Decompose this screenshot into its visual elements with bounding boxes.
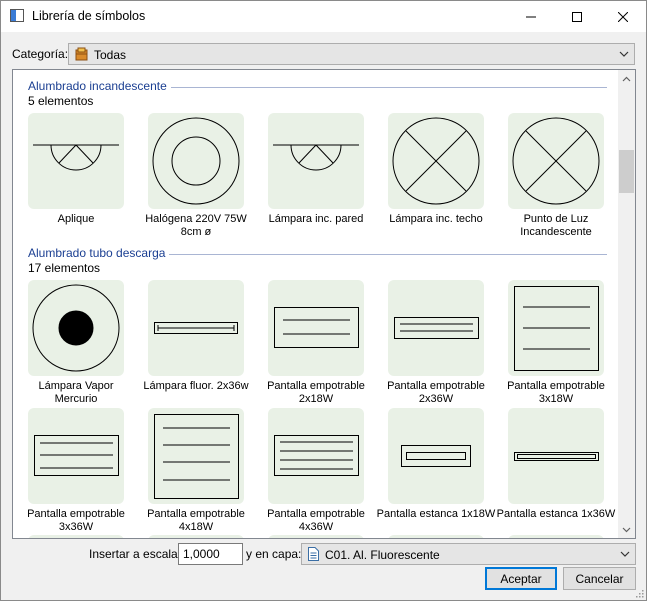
scale-input[interactable] xyxy=(178,543,243,565)
symbol-library-window: Librería de símbolos Categoría: Todas Al… xyxy=(0,0,647,601)
symbol-tile[interactable] xyxy=(148,408,244,504)
symbol-tile[interactable] xyxy=(148,280,244,376)
folder-box-icon xyxy=(75,47,88,61)
symbol-label[interactable]: Lámpara inc. techo xyxy=(376,213,496,226)
symbol-tile[interactable] xyxy=(508,408,604,504)
symbol-tile[interactable] xyxy=(268,113,364,209)
estanca-1x18-symbol-icon xyxy=(401,445,471,467)
category-dropdown[interactable]: Todas xyxy=(68,43,635,65)
category-selected-value: Todas xyxy=(94,48,127,62)
pantalla-2x36-symbol-icon xyxy=(394,317,479,339)
symbol-label[interactable]: Pantalla estanca 1x36W xyxy=(496,508,616,521)
symbol-tile[interactable] xyxy=(268,408,364,504)
symbol-label[interactable]: Pantalla estanca 1x18W xyxy=(376,508,496,521)
symbol-tile[interactable] xyxy=(28,535,124,538)
symbol-tile[interactable] xyxy=(268,535,364,538)
scroll-thumb[interactable] xyxy=(619,150,634,193)
chevron-up-icon xyxy=(622,76,631,81)
pantalla-4x18-symbol-icon xyxy=(154,414,239,499)
maximize-icon xyxy=(572,11,582,22)
minimize-icon xyxy=(526,16,536,17)
section-header: Alumbrado tubo descarga xyxy=(28,246,166,260)
close-icon xyxy=(618,11,628,22)
document-icon xyxy=(308,547,319,561)
symbol-label[interactable]: Punto de Luz Incandescente xyxy=(496,213,616,239)
pantalla-3x18-symbol-icon xyxy=(514,286,599,371)
symbol-tile[interactable] xyxy=(148,113,244,209)
cancel-button[interactable]: Cancelar xyxy=(563,567,636,590)
symbol-tile[interactable] xyxy=(28,280,124,376)
symbol-tile[interactable] xyxy=(508,280,604,376)
aplique-symbol-icon xyxy=(273,144,359,171)
pantalla-3x36-symbol-icon xyxy=(34,435,119,476)
fluor-tube-symbol-icon xyxy=(154,322,238,334)
symbol-tile[interactable] xyxy=(508,535,604,538)
category-label: Categoría: xyxy=(12,47,69,61)
chevron-down-icon xyxy=(619,51,629,57)
symbol-grid: Alumbrado incandescente 5 elementos Apliqu… xyxy=(13,70,618,538)
symbol-label[interactable]: Pantalla empotrable 2x36W xyxy=(376,380,496,406)
symbol-label[interactable]: Lámpara Vapor Mercurio xyxy=(16,380,136,406)
vertical-scrollbar[interactable] xyxy=(618,70,635,538)
symbol-tile[interactable] xyxy=(148,535,244,538)
cross-circle-symbol-icon xyxy=(392,117,480,205)
section-count: 17 elementos xyxy=(28,261,101,275)
symbol-label[interactable]: Pantalla empotrable 4x36W xyxy=(256,508,376,534)
resize-grip-icon[interactable] xyxy=(634,588,644,598)
accept-button[interactable]: Aceptar xyxy=(485,567,557,590)
layer-selected-value: C01. Al. Fluorescente xyxy=(325,548,440,562)
symbol-label[interactable]: Lámpara fluor. 2x36w xyxy=(136,380,256,393)
minimize-button[interactable] xyxy=(508,1,554,32)
scroll-down-button[interactable] xyxy=(618,521,635,538)
vapor-mercurio-symbol-icon xyxy=(32,284,120,372)
symbol-tile[interactable] xyxy=(508,113,604,209)
symbol-tile[interactable] xyxy=(388,535,484,538)
halogena-symbol-icon xyxy=(152,117,240,205)
symbol-tile[interactable] xyxy=(28,408,124,504)
symbol-tile[interactable] xyxy=(388,408,484,504)
symbol-label[interactable]: Aplique xyxy=(16,213,136,226)
scroll-up-button[interactable] xyxy=(618,70,635,87)
symbol-label[interactable]: Pantalla empotrable 2x18W xyxy=(256,380,376,406)
layer-label: y en capa: xyxy=(246,547,302,561)
cross-circle-symbol-icon xyxy=(512,117,600,205)
symbol-label[interactable]: Halógena 220V 75W 8cm ø xyxy=(136,213,256,239)
symbol-label[interactable]: Pantalla empotrable 3x18W xyxy=(496,380,616,406)
chevron-down-icon xyxy=(622,527,631,532)
pantalla-2x18-symbol-icon xyxy=(274,307,359,348)
section-divider xyxy=(171,87,607,88)
close-button[interactable] xyxy=(600,1,646,32)
title-bar[interactable]: Librería de símbolos xyxy=(1,1,646,32)
maximize-button[interactable] xyxy=(554,1,600,32)
symbol-label[interactable]: Lámpara inc. pared xyxy=(256,213,376,226)
aplique-symbol-icon xyxy=(33,144,119,171)
symbol-tile[interactable] xyxy=(388,280,484,376)
section-header: Alumbrado incandescente xyxy=(28,79,167,93)
symbol-grid-panel: Alumbrado incandescente 5 elementos Apliqu… xyxy=(12,69,636,539)
estanca-1x36-symbol-icon xyxy=(514,452,599,461)
pantalla-4x36-symbol-icon xyxy=(274,435,359,476)
app-window-icon xyxy=(10,9,24,22)
symbol-tile[interactable] xyxy=(388,113,484,209)
symbol-tile[interactable] xyxy=(28,113,124,209)
section-count: 5 elementos xyxy=(28,94,94,108)
symbol-tile[interactable] xyxy=(268,280,364,376)
window-title: Librería de símbolos xyxy=(32,9,146,23)
chevron-down-icon xyxy=(620,551,630,557)
symbol-label[interactable]: Pantalla empotrable 4x18W xyxy=(136,508,256,534)
scale-label: Insertar a escala: xyxy=(89,547,182,561)
section-divider xyxy=(169,254,607,255)
layer-dropdown[interactable]: C01. Al. Fluorescente xyxy=(301,543,636,565)
symbol-label[interactable]: Pantalla empotrable 3x36W xyxy=(16,508,136,534)
